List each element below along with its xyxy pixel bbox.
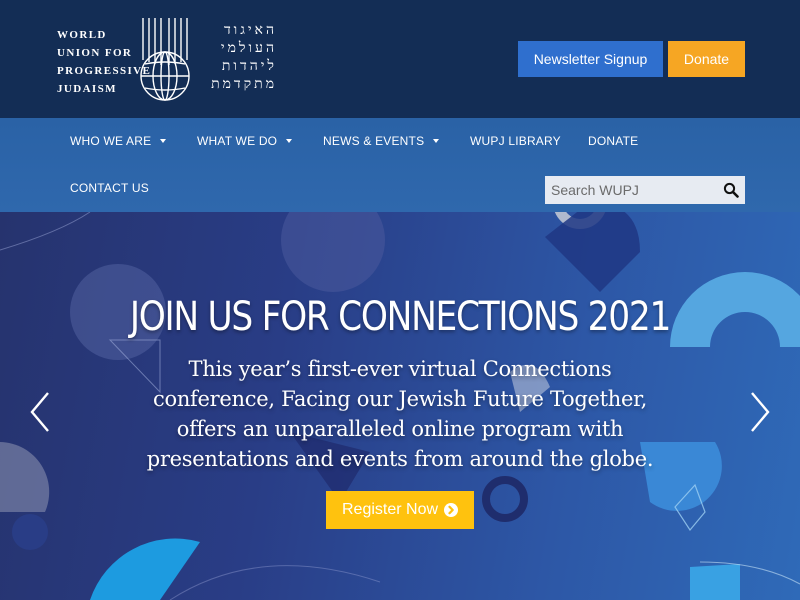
logo-line: מתקדמת bbox=[211, 77, 277, 92]
nav-item-donate[interactable]: DONATE bbox=[588, 134, 638, 148]
hero-carousel: JOIN US FOR CONNECTIONS 2021 This year’s… bbox=[0, 212, 800, 600]
caret-down-icon bbox=[160, 139, 167, 143]
logo-line: האיגוד bbox=[223, 23, 277, 38]
newsletter-signup-button[interactable]: Newsletter Signup bbox=[518, 41, 663, 77]
logo-emblem-icon bbox=[140, 18, 190, 101]
logo-line: העולמי bbox=[220, 41, 277, 56]
nav-item-label: NEWS & EVENTS bbox=[323, 134, 425, 148]
nav-item-label: WHO WE ARE bbox=[70, 134, 152, 148]
chevron-right-icon[interactable] bbox=[744, 387, 774, 437]
chevron-left-icon[interactable] bbox=[26, 387, 56, 437]
hero-title: JOIN US FOR CONNECTIONS 2021 bbox=[129, 294, 671, 340]
search-box bbox=[545, 176, 745, 204]
hero-description: This year’s first-ever virtual Connectio… bbox=[146, 357, 654, 471]
search-icon[interactable] bbox=[723, 182, 739, 198]
caret-down-icon bbox=[433, 139, 440, 143]
logo-hebrew-text: האיגוד העולמי ליהדות מתקדמת bbox=[197, 22, 277, 94]
nav-item-contact-us[interactable]: CONTACT US bbox=[70, 181, 149, 195]
site-header: WORLD UNION FOR PROGRESSIVE JUDAISM האיג… bbox=[0, 0, 800, 118]
logo-line: JUDAISM bbox=[57, 83, 117, 95]
register-now-button[interactable]: Register Now bbox=[326, 491, 474, 529]
logo-line: WORLD bbox=[57, 29, 107, 41]
nav-item-what-we-do[interactable]: WHAT WE DO bbox=[197, 134, 293, 148]
nav-item-label: DONATE bbox=[588, 134, 639, 148]
caret-down-icon bbox=[286, 139, 293, 143]
logo-line: UNION FOR bbox=[57, 47, 133, 59]
logo-line: ליהדות bbox=[221, 59, 277, 74]
logo-english-text: WORLD UNION FOR PROGRESSIVE JUDAISM bbox=[57, 26, 152, 98]
nav-item-who-we-are[interactable]: WHO WE ARE bbox=[70, 134, 167, 148]
register-button-label: Register Now bbox=[341, 501, 439, 518]
nav-item-news-events[interactable]: NEWS & EVENTS bbox=[323, 134, 440, 148]
nav-item-wupj-library[interactable]: WUPJ LIBRARY bbox=[470, 134, 561, 148]
nav-item-label: WUPJ LIBRARY bbox=[470, 134, 561, 148]
arrow-circle-right-icon bbox=[444, 503, 459, 517]
logo-line: PROGRESSIVE bbox=[57, 65, 152, 77]
site-logo[interactable]: WORLD UNION FOR PROGRESSIVE JUDAISM האיג… bbox=[57, 16, 277, 104]
nav-item-label: WHAT WE DO bbox=[197, 134, 278, 148]
donate-button[interactable]: Donate bbox=[668, 41, 745, 77]
nav-item-label: CONTACT US bbox=[70, 181, 149, 195]
search-input[interactable] bbox=[545, 176, 717, 204]
